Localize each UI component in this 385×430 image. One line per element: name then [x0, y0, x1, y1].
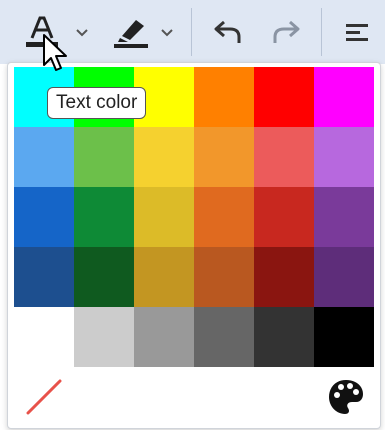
color-swatch[interactable] [134, 307, 194, 367]
highlight-color-icon [114, 20, 148, 48]
chevron-down-icon[interactable] [75, 28, 89, 38]
color-swatch[interactable] [74, 247, 134, 307]
align-menu-button[interactable] [330, 0, 385, 64]
color-swatch[interactable] [254, 127, 314, 187]
align-menu-icon [346, 24, 368, 41]
color-swatch[interactable] [254, 67, 314, 127]
redo-button[interactable] [258, 0, 314, 64]
undo-icon [214, 20, 241, 43]
color-swatch[interactable] [194, 187, 254, 247]
color-swatch[interactable] [314, 187, 374, 247]
color-swatch[interactable] [14, 307, 74, 367]
toolbar-separator [321, 8, 322, 56]
chevron-down-icon[interactable] [160, 28, 174, 38]
color-swatch[interactable] [14, 187, 74, 247]
color-swatch[interactable] [194, 67, 254, 127]
tooltip: Text color [47, 87, 147, 119]
color-swatch[interactable] [314, 307, 374, 367]
color-swatch[interactable] [74, 187, 134, 247]
color-swatch[interactable] [314, 247, 374, 307]
color-swatch[interactable] [74, 127, 134, 187]
mouse-cursor-icon [43, 34, 67, 71]
no-color-icon[interactable] [22, 375, 66, 419]
redo-icon [273, 20, 300, 43]
palette-icon[interactable] [326, 377, 366, 417]
color-swatch[interactable] [194, 247, 254, 307]
toolbar-separator [191, 8, 192, 56]
color-swatch[interactable] [14, 247, 74, 307]
color-swatch[interactable] [134, 187, 194, 247]
color-swatch[interactable] [194, 127, 254, 187]
color-swatch[interactable] [14, 127, 74, 187]
color-swatch[interactable] [314, 127, 374, 187]
color-swatch[interactable] [194, 307, 254, 367]
color-swatch[interactable] [254, 187, 314, 247]
color-swatch[interactable] [254, 307, 314, 367]
color-swatch[interactable] [314, 67, 374, 127]
highlight-color-button[interactable] [102, 0, 188, 64]
color-swatch[interactable] [254, 247, 314, 307]
undo-button[interactable] [200, 0, 256, 64]
color-swatch[interactable] [134, 247, 194, 307]
color-swatch[interactable] [74, 307, 134, 367]
color-swatch[interactable] [134, 127, 194, 187]
